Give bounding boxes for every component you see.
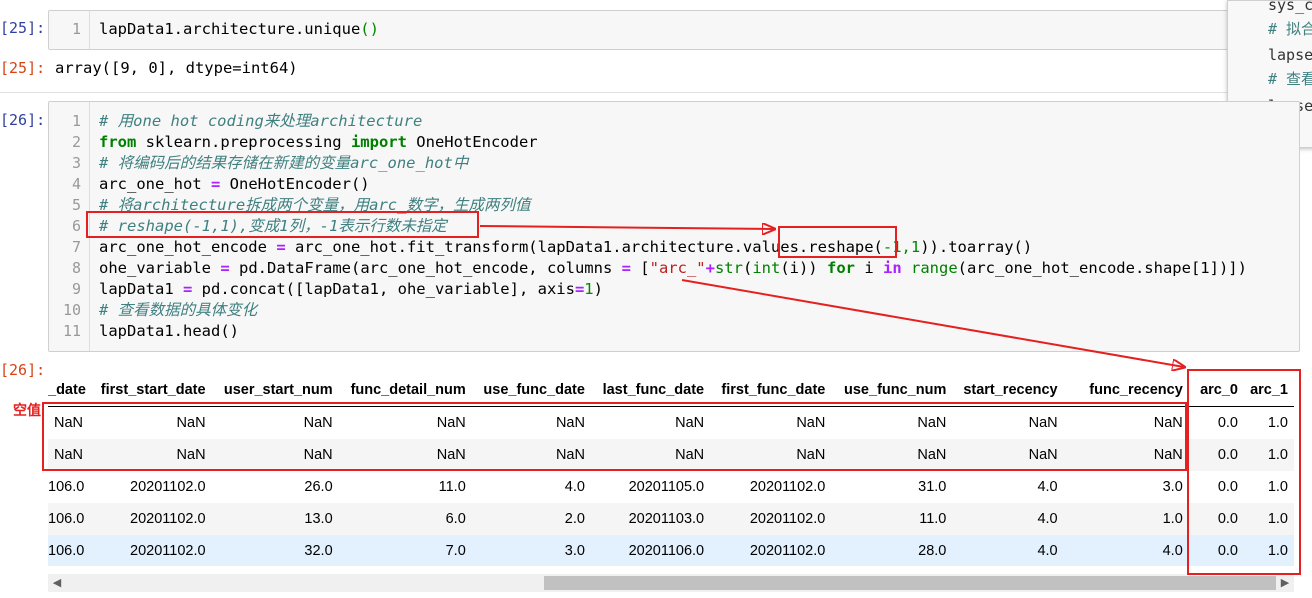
arrow-comment-to-reshape [479, 226, 774, 229]
arrow-code-to-arc-columns [681, 279, 1184, 367]
annotation-arrows [479, 0, 1312, 598]
